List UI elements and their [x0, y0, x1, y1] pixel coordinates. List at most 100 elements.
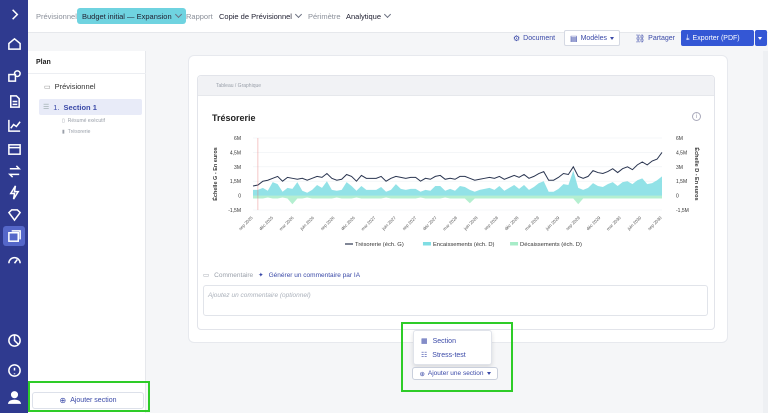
menu-item-label: Section [432, 337, 456, 345]
chevron-down-icon [174, 10, 182, 19]
table-icon: ▦ [421, 338, 428, 345]
user-icon[interactable] [5, 388, 23, 406]
pie-icon[interactable] [5, 331, 23, 349]
scrollbar[interactable] [763, 51, 768, 413]
add-section-button[interactable]: ⊕ Ajouter section [32, 392, 144, 409]
modeles-button[interactable]: ▤ Modèles [564, 30, 621, 46]
sliders-icon: ☷ [421, 352, 428, 359]
budget-select-value: Budget initial — Expansion [82, 12, 172, 21]
caret-down-icon [610, 36, 615, 40]
ai-sparkle-icon: ✦ [258, 272, 264, 279]
bolt-icon[interactable] [5, 183, 23, 201]
y-tick-label-right: 1,5M [676, 179, 687, 185]
add-une-section-button[interactable]: ⊕ Ajouter une section [412, 367, 498, 380]
modeles-button-label: Modèles [580, 34, 608, 42]
expand-chevron-icon[interactable] [5, 5, 23, 23]
perimetre-label: Périmètre [308, 12, 341, 21]
caret-down-icon [758, 36, 762, 40]
legend-label: Décaissements (éch. D) [520, 242, 582, 248]
reports-active-icon[interactable] [3, 226, 25, 246]
x-tick-label: sep 2027 [401, 215, 417, 231]
x-tick-label: mar 2026 [278, 215, 295, 232]
rapport-select[interactable]: Copie de Prévisionnel [219, 10, 303, 21]
line-chart-icon[interactable] [5, 116, 23, 134]
plan-item-label: Prévisionnel [54, 82, 96, 91]
info-icon[interactable]: i [692, 112, 701, 121]
budget-select[interactable]: Budget initial — Expansion [77, 8, 186, 24]
decaissements-area [253, 195, 662, 205]
plan-subitem-tresorerie[interactable]: ▮ Trésorerie [62, 129, 90, 135]
partager-button-label: Partager [648, 34, 676, 42]
exporter-button-label: Exporter (PDF) [692, 34, 740, 42]
y-tick-label-right: 6M [676, 136, 683, 142]
y-tick-label-left: 4,5M [230, 150, 241, 156]
help-icon[interactable] [5, 361, 23, 379]
x-tick-label: juin 2026 [298, 215, 315, 232]
comment-placeholder: Ajoutez un commentaire (optionnel) [208, 292, 311, 299]
y-tick-label-right: -1,5M [676, 208, 689, 214]
encaissements-area [253, 170, 662, 196]
block-header: Tableau / Graphique [198, 76, 714, 96]
y-axis-label-left: Échelle G - En euros [211, 147, 219, 201]
y-tick-label-left: 6M [234, 136, 241, 142]
x-tick-label: juin 2029 [544, 215, 561, 232]
perimetre-select[interactable]: Analytique [346, 10, 392, 21]
x-tick-label: sep 2029 [565, 215, 581, 231]
tresorerie-chart: 6M 6M 4,5M 4,5M 3M 3M 1,5M 1,5M 0 0 -1,5M -1,5M Éche… [211, 136, 701, 248]
generate-ai-comment-button[interactable]: Générer un commentaire par IA [269, 272, 360, 279]
x-tick-label: sep 2028 [483, 215, 499, 231]
legend-swatch [510, 242, 519, 246]
document-button[interactable]: ⚙ Document [508, 30, 560, 46]
gauge-icon[interactable] [5, 250, 23, 268]
report-icon[interactable] [5, 140, 23, 158]
comment-label: Commentaire [214, 271, 254, 279]
x-tick-label: déc 2027 [422, 215, 438, 231]
y-tick-label-right: 3M [676, 165, 683, 171]
document-icon[interactable] [5, 92, 23, 110]
comment-icon: ▭ [203, 272, 210, 279]
x-tick-label: mar 2027 [360, 215, 377, 232]
coins-icon[interactable] [5, 66, 23, 84]
comment-row: ▭ Commentaire ✦ Générer un commentaire p… [203, 271, 360, 280]
x-tick-label: déc 2028 [504, 215, 520, 231]
plan-sidebar: Plan ▭ Prévisionnel ☰ 1. Section 1 ▯ Résu… [28, 51, 146, 413]
exporter-button[interactable]: ⤓ Exporter (PDF) [681, 30, 754, 46]
plan-item-section-1[interactable]: ☰ 1. Section 1 [39, 99, 142, 115]
diamond-icon[interactable] [5, 205, 23, 223]
y-tick-label-left: 3M [234, 165, 241, 171]
x-tick-label: sep 2030 [647, 215, 663, 231]
rapport-select-value: Copie de Prévisionnel [219, 12, 292, 21]
menu-item-stress-test[interactable]: ☷ Stress-test [421, 351, 466, 360]
add-une-section-label: Ajouter une section [427, 370, 484, 377]
home-icon[interactable] [5, 34, 23, 52]
template-icon: ▤ [570, 33, 578, 43]
plan-subitem-resume[interactable]: ▯ Résumé exécutif [62, 118, 105, 124]
plan-item-previsionnel[interactable]: ▭ Prévisionnel [44, 82, 95, 91]
rapport-label: Rapport [186, 12, 213, 21]
partager-button[interactable]: ⛓ Partager [630, 30, 680, 46]
section-number: 1. [53, 102, 60, 112]
x-tick-label: sep 2025 [238, 215, 254, 231]
doc-icon: ▯ [62, 118, 65, 124]
plan-subitem-label: Résumé exécutif [67, 118, 106, 124]
caret-down-icon [486, 372, 491, 375]
menu-item-section[interactable]: ▦ Section [421, 337, 456, 346]
legend-label: Encaissements (éch. D) [433, 242, 495, 248]
plan-subitem-label: Trésorerie [67, 129, 91, 135]
perimetre-select-value: Analytique [346, 12, 382, 21]
chevron-down-icon [383, 10, 392, 19]
x-tick-label: sep 2026 [319, 215, 335, 231]
chevron-down-icon [294, 10, 303, 19]
block-type-label: Tableau / Graphique [216, 83, 262, 89]
plus-circle-icon: ⊕ [419, 370, 425, 378]
previsionnel-label: Prévisionnel [36, 12, 77, 21]
exporter-dropdown-button[interactable] [755, 30, 767, 46]
transfer-icon[interactable] [5, 162, 23, 180]
bar-chart-icon: ▮ [62, 129, 65, 135]
icon-rail [0, 0, 28, 413]
top-bar: Prévisionnel Budget initial — Expansion … [28, 0, 768, 33]
x-tick-label: mar 2030 [605, 215, 622, 232]
comment-input[interactable]: Ajoutez un commentaire (optionnel) [203, 285, 708, 316]
x-tick-label: juin 2027 [380, 215, 397, 232]
x-tick-label: mar 2028 [442, 215, 459, 232]
